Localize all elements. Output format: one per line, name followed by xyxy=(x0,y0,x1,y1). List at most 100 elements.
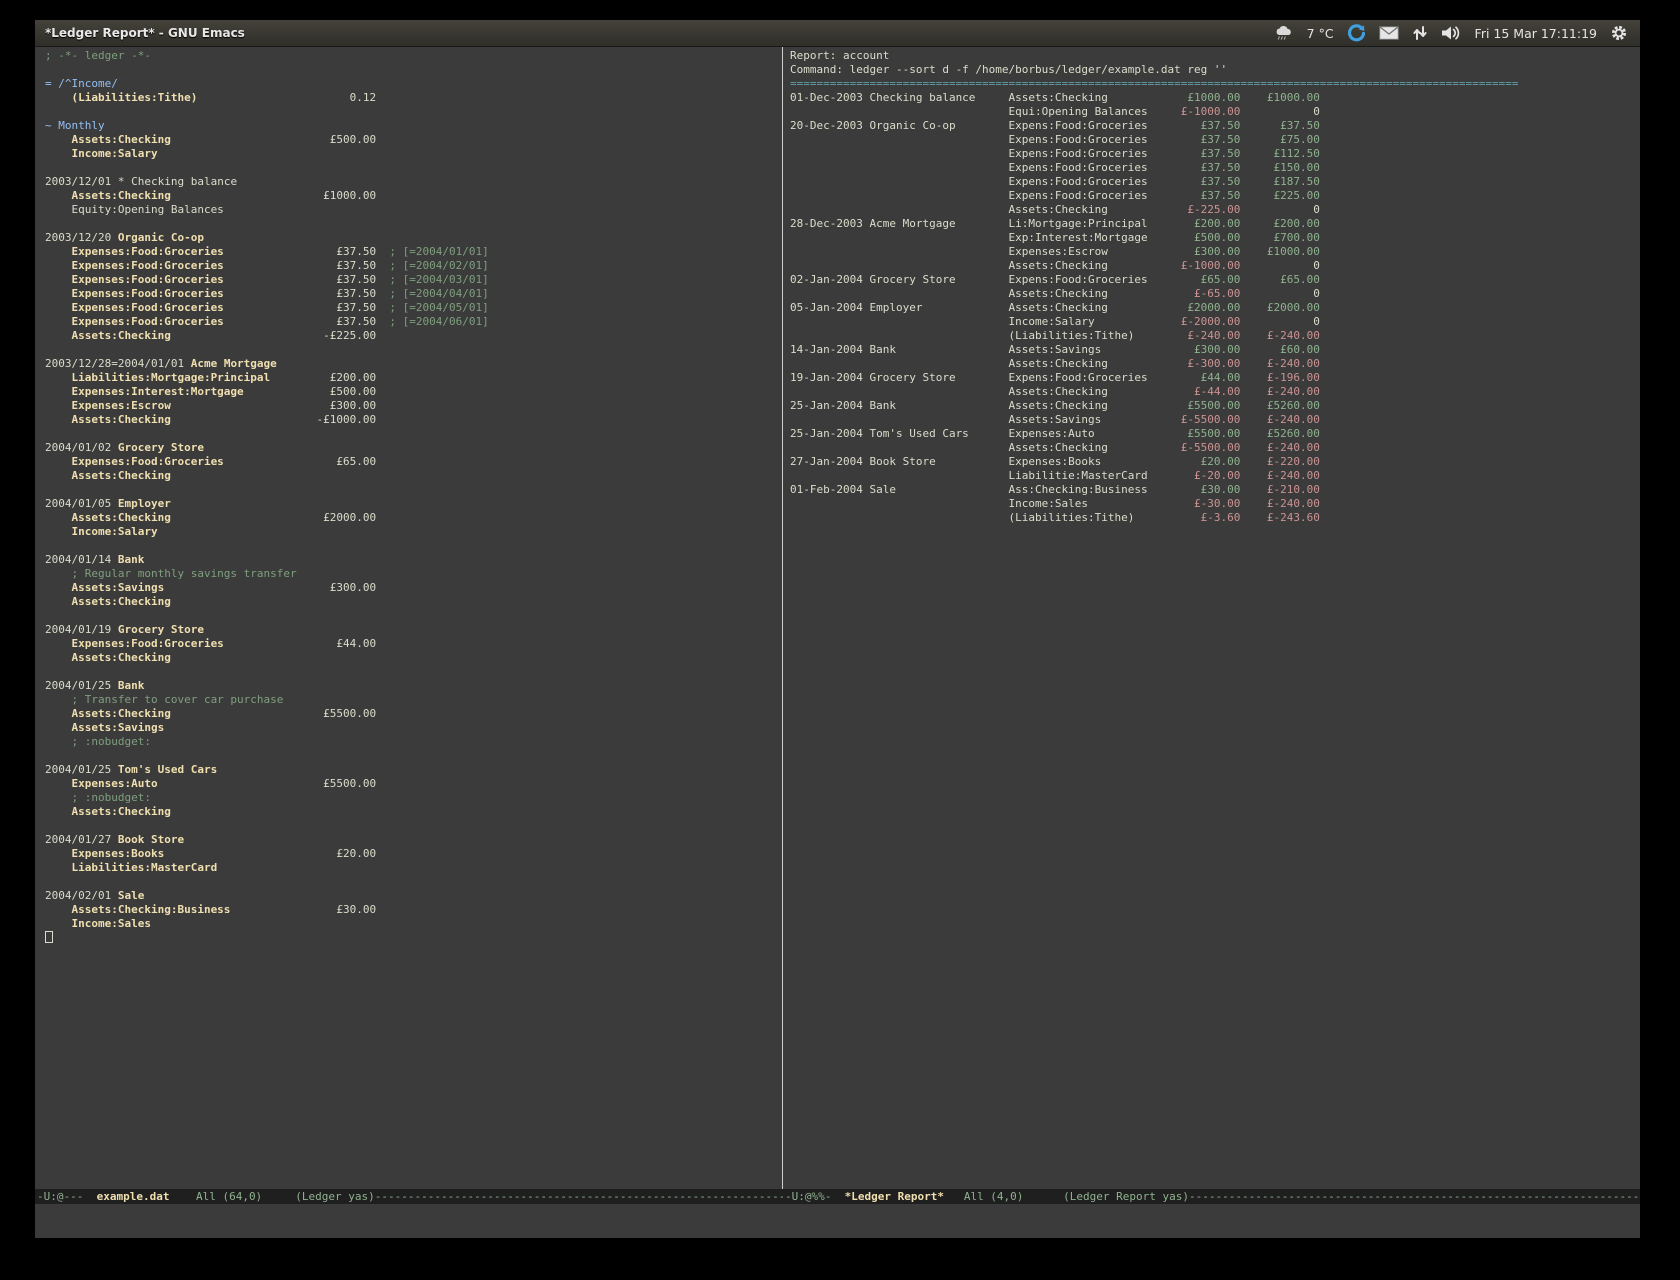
text-segment: (Liabilities:Tithe) xyxy=(790,511,1161,524)
text-segment: Assets:Checking xyxy=(790,441,1161,454)
text-segment: £-2000.00 xyxy=(1161,315,1240,328)
text-segment: £37.50 xyxy=(224,245,376,258)
text-segment: Assets:Savings xyxy=(45,721,164,734)
volume-icon[interactable] xyxy=(1441,25,1462,41)
blank-line xyxy=(45,343,782,357)
transaction-line: 2004/01/05 Employer xyxy=(45,497,782,511)
report-row: Expens:Food:Groceries £37.50 £187.50 xyxy=(790,175,1640,189)
comment-line: ; :nobudget: xyxy=(45,791,782,805)
posting-line: Equity:Opening Balances xyxy=(45,203,782,217)
text-segment: £20.00 xyxy=(1161,455,1240,468)
text-segment: 0 xyxy=(1240,105,1319,118)
text-segment: ; -*- ledger -*- xyxy=(45,49,151,62)
modeline-report-buffer[interactable]: -U:@%%- *Ledger Report* All (4,0) (Ledge… xyxy=(783,1189,1640,1204)
text-segment: Assets:Checking:Business xyxy=(45,903,230,916)
transaction-line: 2004/01/27 Book Store xyxy=(45,833,782,847)
text-segment: Grocery Store xyxy=(118,623,204,636)
report-row: Income:Salary £-2000.00 0 xyxy=(790,315,1640,329)
text-segment: 20-Dec-2003 Organic Co-op Expens:Food:Gr… xyxy=(790,119,1161,132)
directive-line: = /^Income/ xyxy=(45,77,782,91)
report-row: Equi:Opening Balances £-1000.00 0 xyxy=(790,105,1640,119)
transaction-line: 2004/01/14 Bank xyxy=(45,553,782,567)
mail-icon[interactable] xyxy=(1379,26,1399,40)
report-separator: ========================================… xyxy=(790,77,1640,91)
text-segment: Assets:Checking xyxy=(45,805,171,818)
report-row: Assets:Checking £-225.00 0 xyxy=(790,203,1640,217)
posting-line: Assets:Checking £5500.00 xyxy=(45,707,782,721)
report-row: 01-Feb-2004 Sale Ass:Checking:Business £… xyxy=(790,483,1640,497)
text-segment: Assets:Checking xyxy=(45,133,171,146)
network-arrows-icon[interactable] xyxy=(1412,25,1428,41)
text-segment: £37.50 xyxy=(1161,189,1240,202)
report-row: Expenses:Escrow £300.00 £1000.00 xyxy=(790,245,1640,259)
text-segment: 2004/01/19 xyxy=(45,623,118,636)
modeline-file-buffer[interactable]: -U:@--- example.dat All (64,0) (Ledger y… xyxy=(35,1189,783,1204)
report-row: 25-Jan-2004 Bank Assets:Checking £5500.0… xyxy=(790,399,1640,413)
title-bar[interactable]: *Ledger Report* - GNU Emacs 7 °C xyxy=(35,20,1640,47)
ledger-file-buffer[interactable]: ; -*- ledger -*-= /^Income/ (Liabilities… xyxy=(35,47,782,1189)
text-segment: Assets:Checking xyxy=(45,413,171,426)
text-segment: £700.00 xyxy=(1240,231,1319,244)
blank-line xyxy=(45,539,782,553)
text-segment: £75.00 xyxy=(1240,133,1319,146)
clock[interactable]: Fri 15 Mar 17:11:19 xyxy=(1475,26,1597,41)
blank-line xyxy=(45,105,782,119)
text-segment: £300.00 xyxy=(164,581,376,594)
text-segment: Income:Salary xyxy=(45,147,158,160)
posting-line: Assets:Checking xyxy=(45,805,782,819)
text-segment: 05-Jan-2004 Employer Assets:Checking xyxy=(790,301,1161,314)
posting-line: Expenses:Food:Groceries £37.50 ; [=2004/… xyxy=(45,315,782,329)
transaction-line: 2003/12/01 * Checking balance xyxy=(45,175,782,189)
modeline-filler: ----------------------------------------… xyxy=(1189,1190,1640,1203)
text-segment: £-240.00 xyxy=(1240,385,1319,398)
modeline-text: All (64,0) (Ledger yas) xyxy=(169,1190,374,1203)
report-row: Expens:Food:Groceries £37.50 £75.00 xyxy=(790,133,1640,147)
transaction-line: 2003/12/28=2004/01/01 Acme Mortgage xyxy=(45,357,782,371)
text-segment: £30.00 xyxy=(1161,483,1240,496)
transaction-line: 2004/01/25 Tom's Used Cars xyxy=(45,763,782,777)
blank-line xyxy=(45,217,782,231)
text-segment: £5260.00 xyxy=(1240,399,1319,412)
text-segment: ========================================… xyxy=(790,77,1518,90)
text-segment: Book Store xyxy=(118,833,184,846)
text-segment: ; [=2004/03/01] xyxy=(376,273,489,286)
text-segment: Expens:Food:Groceries xyxy=(790,175,1161,188)
modeline-text: -U:@--- xyxy=(37,1190,97,1203)
report-row: 25-Jan-2004 Tom's Used Cars Expenses:Aut… xyxy=(790,427,1640,441)
posting-line: Assets:Checking -£1000.00 xyxy=(45,413,782,427)
text-segment: * Checking balance xyxy=(118,175,237,188)
text-segment: £-243.60 xyxy=(1240,511,1319,524)
blank-line xyxy=(45,483,782,497)
refresh-icon[interactable] xyxy=(1347,24,1366,43)
text-segment: ; [=2004/02/01] xyxy=(376,259,489,272)
posting-line: Expenses:Food:Groceries £37.50 ; [=2004/… xyxy=(45,259,782,273)
text-segment: £-44.00 xyxy=(1161,385,1240,398)
text-segment: Income:Salary xyxy=(790,315,1161,328)
text-segment: Equi:Opening Balances xyxy=(790,105,1161,118)
weather-cloud-icon[interactable] xyxy=(1274,25,1294,41)
text-segment: Expenses:Food:Groceries xyxy=(45,455,224,468)
ledger-report-buffer[interactable]: Report: accountCommand: ledger --sort d … xyxy=(783,47,1640,1189)
text-segment: 0 xyxy=(1240,315,1319,328)
text-segment: Assets:Savings xyxy=(45,581,164,594)
text-segment: Expenses:Food:Groceries xyxy=(45,259,224,272)
text-segment: £300.00 xyxy=(171,399,376,412)
echo-area[interactable] xyxy=(35,1204,1640,1238)
text-segment: Income:Sales xyxy=(45,917,151,930)
text-segment: Expenses:Food:Groceries xyxy=(45,273,224,286)
blank-line xyxy=(45,819,782,833)
posting-line: Income:Salary xyxy=(45,525,782,539)
temperature-label: 7 °C xyxy=(1307,26,1334,41)
text-segment: £200.00 xyxy=(270,371,376,384)
comment-line: ; Transfer to cover car purchase xyxy=(45,693,782,707)
text-segment: £37.50 xyxy=(1161,161,1240,174)
text-segment: 0 xyxy=(1240,287,1319,300)
text-segment: Liabilities:MasterCard xyxy=(45,861,217,874)
posting-line: Liabilities:MasterCard xyxy=(45,861,782,875)
posting-line: Assets:Checking £2000.00 xyxy=(45,511,782,525)
text-segment: £112.50 xyxy=(1240,147,1319,160)
settings-gear-icon[interactable] xyxy=(1610,24,1628,42)
text-segment: Assets:Checking xyxy=(45,511,171,524)
text-segment: £-210.00 xyxy=(1240,483,1319,496)
text-segment: Equity:Opening Balances xyxy=(45,203,224,216)
